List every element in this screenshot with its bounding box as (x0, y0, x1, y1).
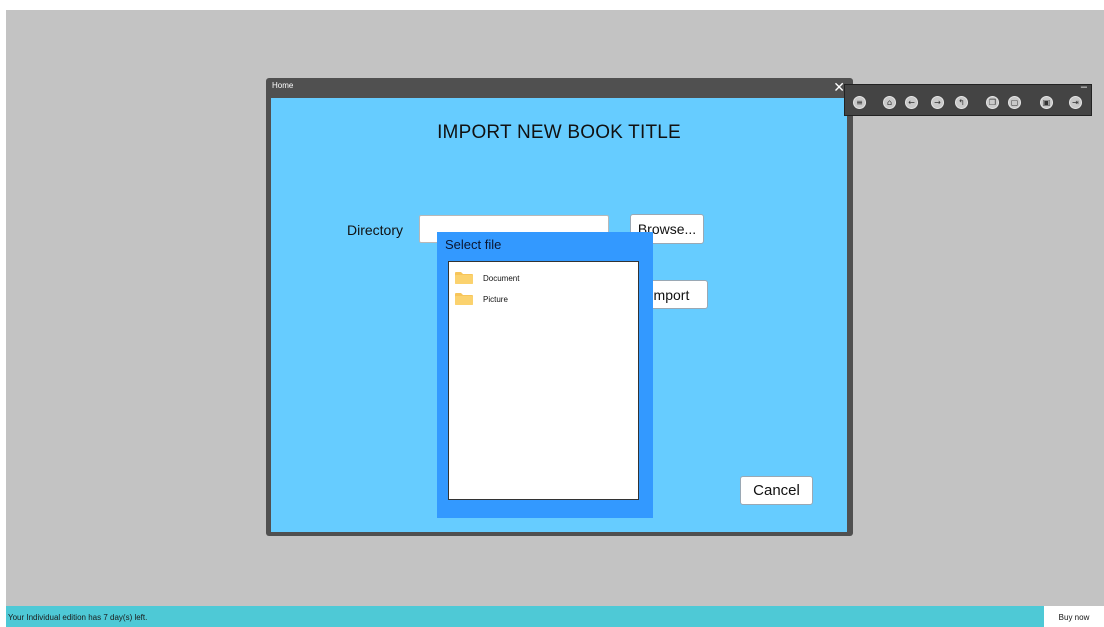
paste-icon[interactable]: ▢ (1008, 96, 1021, 109)
folder-icon (455, 272, 473, 284)
home-icon[interactable]: ⌂ (883, 96, 896, 109)
cancel-button[interactable]: Cancel (740, 476, 813, 505)
window-title: Home (272, 81, 294, 90)
folder-icon (455, 293, 473, 305)
exit-icon[interactable]: ⇥ (1069, 96, 1082, 109)
list-item-picture[interactable]: Picture (455, 293, 508, 305)
back-icon[interactable]: ← (905, 96, 918, 109)
save-icon[interactable]: ▣ (1040, 96, 1053, 109)
status-bar: Your Individual edition has 7 day(s) lef… (6, 606, 1044, 627)
trial-status-text: Your Individual edition has 7 day(s) lef… (8, 613, 148, 622)
page-title: IMPORT NEW BOOK TITLE (437, 122, 681, 143)
directory-label: Directory (347, 222, 404, 238)
dialog-title: Select file (445, 237, 502, 252)
select-file-dialog: Select file Document Picture (437, 232, 653, 518)
list-item-document[interactable]: Document (455, 272, 519, 284)
minimize-icon[interactable]: – (1081, 81, 1087, 93)
up-icon[interactable]: ↰ (955, 96, 968, 109)
floating-toolbar: – ≡ ⌂ ← → ↰ ❐ ▢ ▣ ⇥ (844, 81, 1092, 116)
buy-now-button[interactable]: Buy now (1044, 608, 1104, 627)
file-list[interactable]: Document Picture (448, 261, 639, 500)
copy-icon[interactable]: ❐ (986, 96, 999, 109)
forward-icon[interactable]: → (931, 96, 944, 109)
menu-icon[interactable]: ≡ (853, 96, 866, 109)
list-item-label: Picture (483, 294, 508, 304)
list-item-label: Document (483, 273, 520, 283)
